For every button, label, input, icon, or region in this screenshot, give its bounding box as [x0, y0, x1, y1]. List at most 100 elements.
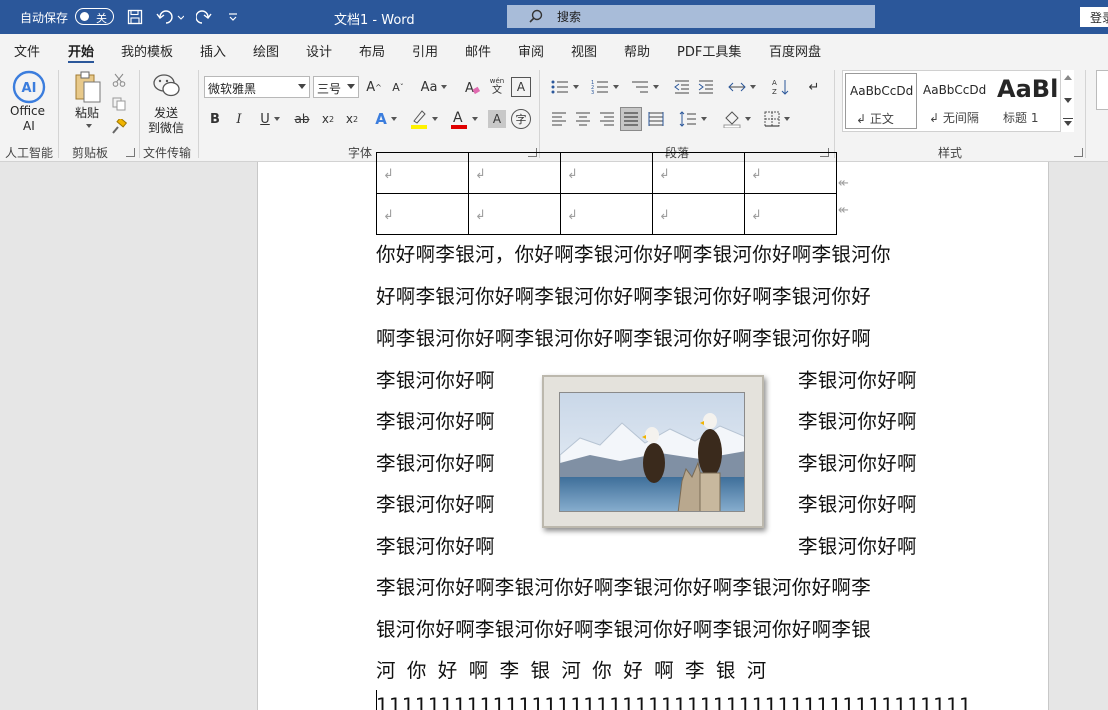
table-cell[interactable]: ↲	[744, 152, 837, 194]
tab-home[interactable]: 开始	[68, 41, 95, 63]
copy-icon[interactable]	[110, 95, 128, 113]
send-label-line2: 到微信	[148, 121, 185, 135]
align-center-icon[interactable]	[574, 108, 592, 130]
numbering-icon[interactable]: 123	[588, 76, 622, 98]
font-name-select[interactable]: 微软雅黑	[204, 76, 310, 98]
tab-insert[interactable]: 插入	[200, 41, 226, 60]
table-cell[interactable]: ↲	[560, 152, 653, 194]
decrease-indent-icon[interactable]	[672, 76, 692, 98]
tab-review[interactable]: 审阅	[518, 41, 544, 60]
grow-font-icon[interactable]: A ^	[364, 76, 384, 98]
document-table[interactable]: ↲ ↲ ↲ ↲ ↲ ↲ ↲ ↲ ↲ ↲	[376, 152, 837, 235]
customize-qat-icon[interactable]	[222, 6, 244, 28]
ribbon-tabs: 文件 开始 我的模板 插入 绘图 设计 布局 引用 邮件 审阅 视图 帮助 PD…	[0, 34, 1108, 64]
save-icon[interactable]	[124, 6, 146, 28]
row-end-mark: ↞	[838, 176, 849, 191]
bullets-icon[interactable]	[548, 76, 582, 98]
enclose-characters-icon[interactable]: 字	[511, 109, 531, 129]
format-painter-icon[interactable]	[110, 118, 128, 136]
text-line-right: 李银河你好啊	[798, 452, 917, 475]
document-page[interactable]: ↲ ↲ ↲ ↲ ↲ ↲ ↲ ↲ ↲ ↲ ↞ ↞ 你好啊李银河，你好啊李银河你好啊…	[257, 152, 1049, 710]
table-cell[interactable]: ↲	[560, 193, 653, 235]
tab-layout[interactable]: 布局	[359, 41, 385, 60]
line-spacing-icon[interactable]	[676, 108, 710, 130]
clear-formatting-icon[interactable]: A	[462, 76, 482, 98]
highlight-icon[interactable]	[408, 108, 440, 130]
autosave-label: 自动保存	[20, 11, 69, 25]
tab-pdf-tools[interactable]: PDF工具集	[677, 41, 741, 60]
borders-icon[interactable]	[760, 108, 794, 130]
style-preview: AaBl	[997, 75, 1059, 103]
justify-icon[interactable]	[620, 107, 642, 131]
tab-baidu-netdisk[interactable]: 百度网盘	[769, 41, 821, 60]
strikethrough-icon[interactable]: ab	[292, 108, 312, 130]
styles-launcher-icon[interactable]	[1074, 148, 1083, 157]
show-marks-icon[interactable]: ↵	[803, 76, 825, 98]
text-line: 你好啊李银河，你好啊李银河你好啊李银河你好啊李银河你	[376, 243, 891, 266]
svg-text:AI: AI	[22, 81, 37, 96]
shading-icon[interactable]	[720, 108, 754, 130]
shrink-font-icon[interactable]: Aˇ	[388, 76, 408, 98]
eagle-photo	[559, 392, 745, 512]
inserted-picture[interactable]	[542, 375, 764, 528]
wechat-send-icon[interactable]	[152, 72, 182, 100]
text-line-right: 李银河你好啊	[798, 493, 917, 516]
style-heading-1[interactable]: AaBl 标题 1	[993, 73, 1065, 129]
chinese-layout-icon[interactable]	[726, 76, 758, 98]
superscript-icon[interactable]: x2	[342, 108, 362, 130]
phonetic-guide-icon[interactable]: wén 文	[487, 74, 507, 98]
character-border-icon[interactable]: A	[511, 77, 531, 97]
table-cell[interactable]: ↲	[652, 193, 745, 235]
tab-references[interactable]: 引用	[412, 41, 438, 60]
table-cell[interactable]: ↲	[744, 193, 837, 235]
style-normal[interactable]: AaBbCcDd ↲ 正文	[845, 73, 917, 129]
styles-gallery: AaBbCcDd ↲ 正文 AaBbCcDd ↲ 无间隔 AaBl 标题 1	[842, 70, 1074, 132]
autosave-toggle[interactable]: 关	[75, 8, 114, 25]
tab-draw[interactable]: 绘图	[253, 41, 279, 60]
subscript-icon[interactable]: x2	[318, 108, 338, 130]
change-case-icon[interactable]: Aa	[418, 76, 450, 98]
table-cell[interactable]: ↲	[652, 152, 745, 194]
paste-dropdown-icon[interactable]	[86, 124, 92, 128]
sort-icon[interactable]: AZ	[770, 76, 792, 98]
login-button[interactable]: 登录	[1080, 7, 1108, 27]
increase-indent-icon[interactable]	[696, 76, 716, 98]
tab-design[interactable]: 设计	[306, 41, 332, 60]
align-right-icon[interactable]	[598, 108, 616, 130]
toggle-state: 关	[96, 12, 107, 25]
paste-icon[interactable]	[72, 70, 104, 104]
multilevel-list-icon[interactable]	[628, 76, 662, 98]
cut-icon[interactable]	[110, 71, 128, 89]
clipboard-launcher-icon[interactable]	[126, 148, 135, 157]
style-preview: AaBbCcDd	[923, 83, 987, 97]
distributed-icon[interactable]	[646, 108, 666, 130]
font-size-value: 三号	[317, 82, 342, 96]
table-cell[interactable]: ↲	[468, 193, 561, 235]
font-size-select[interactable]: 三号	[313, 76, 359, 98]
italic-icon[interactable]: I	[230, 108, 248, 130]
style-no-spacing[interactable]: AaBbCcDd ↲ 无间隔	[919, 73, 991, 129]
redo-icon[interactable]	[193, 6, 215, 28]
text-line-right: 李银河你好啊	[798, 410, 917, 433]
search-box[interactable]: 搜索	[507, 5, 875, 28]
table-cell[interactable]: ↲	[376, 193, 469, 235]
text-effects-icon[interactable]: A	[370, 108, 402, 130]
style-preview: AaBbCcDd	[850, 84, 914, 98]
tab-my-templates[interactable]: 我的模板	[121, 41, 173, 60]
office-ai-icon[interactable]: AI	[12, 70, 46, 104]
tab-view[interactable]: 视图	[571, 41, 597, 60]
tab-mailings[interactable]: 邮件	[465, 41, 491, 60]
font-color-icon[interactable]: A	[448, 108, 480, 130]
table-cell[interactable]: ↲	[468, 152, 561, 194]
bold-icon[interactable]: B	[206, 108, 224, 130]
character-shading-icon[interactable]: A	[488, 110, 506, 128]
styles-gallery-scroll[interactable]	[1060, 70, 1074, 132]
underline-icon[interactable]: U	[254, 108, 286, 130]
tab-help[interactable]: 帮助	[624, 41, 650, 60]
toggle-knob	[80, 12, 89, 21]
editing-group-partial[interactable]	[1096, 70, 1108, 110]
undo-icon[interactable]	[154, 6, 186, 28]
align-left-icon[interactable]	[550, 108, 568, 130]
table-cell[interactable]: ↲	[376, 152, 469, 194]
tab-file[interactable]: 文件	[14, 41, 40, 60]
